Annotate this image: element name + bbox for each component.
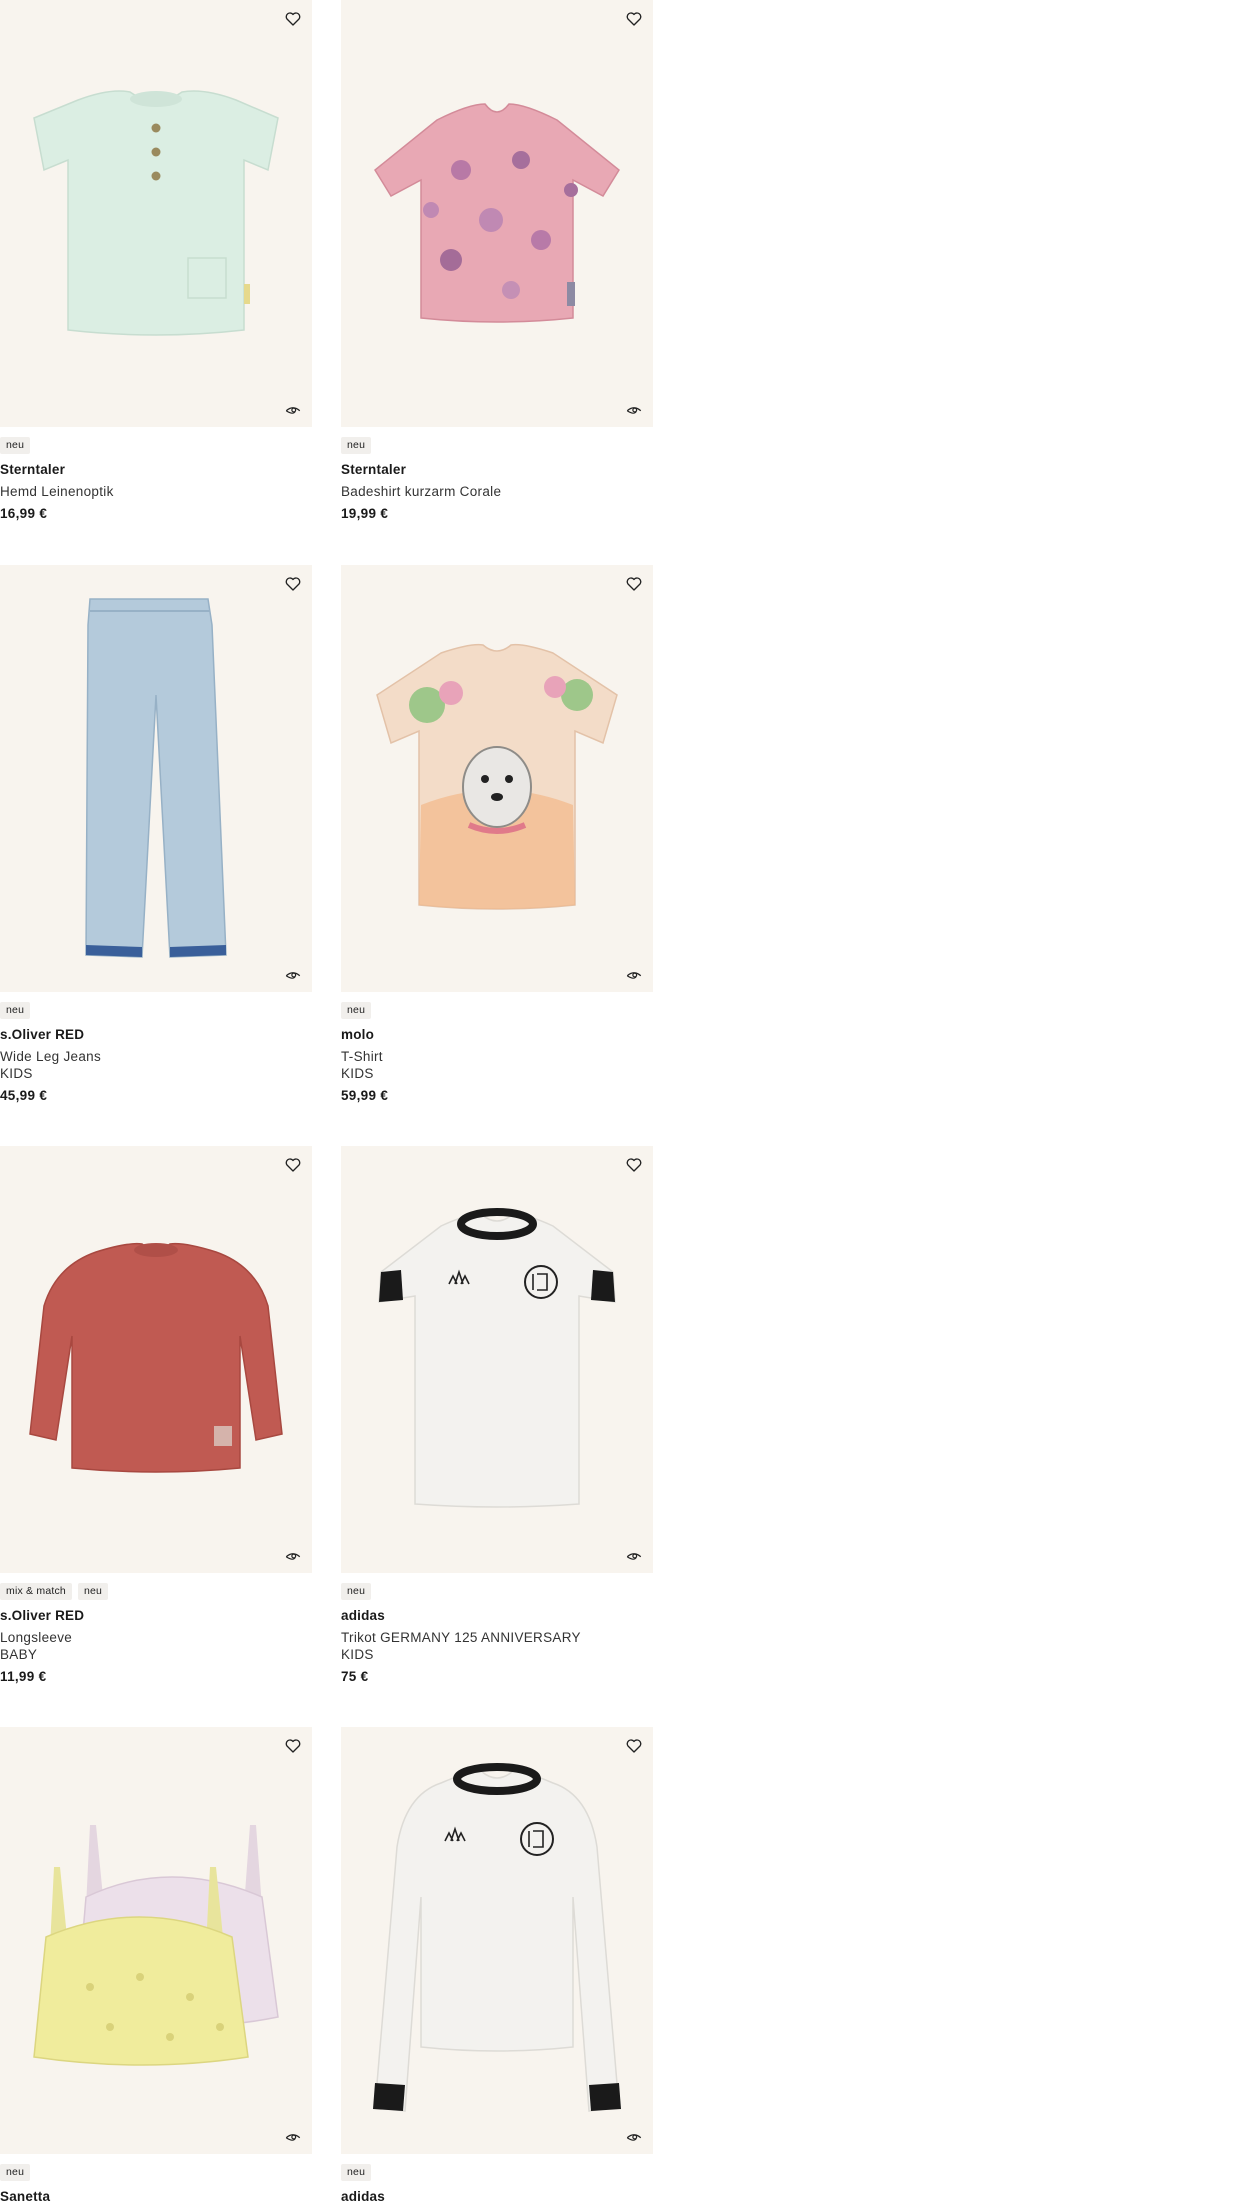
heart-icon[interactable] [625,1156,643,1174]
product-name[interactable]: Badeshirt kurzarm Corale [341,484,501,499]
new-badge: neu [0,2164,31,2181]
product-brand[interactable]: s.Oliver RED [0,1608,84,1623]
product-image[interactable] [341,0,653,427]
similar-items-icon[interactable] [625,2130,643,2144]
heart-icon[interactable] [284,1737,302,1755]
product-category: KIDS [341,1647,374,1662]
badge-list: neu [0,437,31,454]
product-brand[interactable]: Sterntaler [341,462,406,477]
product-price: 75 € [341,1669,369,1684]
new-badge: neu [341,2164,372,2181]
product-image[interactable] [0,0,312,427]
new-badge: neu [341,437,372,454]
product-price: 59,99 € [341,1088,389,1103]
product-price: 19,99 € [341,506,389,521]
product-card[interactable]: neu Sanetta [0,1727,312,2201]
product-name[interactable]: Trikot GERMANY 125 ANNIVERSARY [341,1630,581,1645]
product-image[interactable] [341,565,653,992]
heart-icon[interactable] [284,1156,302,1174]
product-price: 16,99 € [0,506,48,521]
product-card[interactable]: mix & match neu s.Oliver RED Longsleeve … [0,1146,312,1684]
new-badge: neu [77,1583,109,1600]
new-badge: neu [0,1002,31,1019]
similar-items-icon[interactable] [284,2130,302,2144]
similar-items-icon[interactable] [284,968,302,982]
product-brand[interactable]: Sanetta [0,2189,50,2201]
product-brand[interactable]: molo [341,1027,374,1042]
badge-list: neu [0,1002,31,1019]
product-card[interactable]: neu s.Oliver RED Wide Leg Jeans KIDS 45,… [0,565,312,1103]
similar-items-icon[interactable] [625,968,643,982]
product-brand[interactable]: adidas [341,2189,385,2201]
product-image[interactable] [341,1727,653,2154]
product-category: BABY [0,1647,38,1662]
product-image[interactable] [0,1146,312,1573]
product-name[interactable]: Hemd Leinenoptik [0,484,114,499]
similar-items-icon[interactable] [625,403,643,417]
badge-list: neu [341,2164,372,2181]
product-name[interactable]: Longsleeve [0,1630,72,1645]
badge-list: neu [0,2164,31,2181]
product-card[interactable]: neu Sterntaler Badeshirt kurzarm Corale … [341,0,653,521]
heart-icon[interactable] [625,1737,643,1755]
jersey-image [378,1208,616,1508]
new-badge: neu [341,1002,372,1019]
mix-match-badge: mix & match [0,1583,72,1600]
longsleeve-image [29,1242,283,1473]
bralette-set-image [33,1825,279,2066]
product-image[interactable] [341,1146,653,1573]
product-card[interactable]: neu adidas Trikot GERMANY 125 ANNIVERSAR… [341,1146,653,1684]
badge-list: neu [341,1002,372,1019]
product-card[interactable]: neu Sterntaler Hemd Leinenoptik 16,99 € [0,0,312,521]
product-image[interactable] [0,1727,312,2154]
product-price: 45,99 € [0,1088,48,1103]
similar-items-icon[interactable] [625,1549,643,1563]
new-badge: neu [0,437,31,454]
product-card[interactable]: neu molo T-Shirt KIDS 59,99 € [341,565,653,1103]
product-category: KIDS [0,1066,33,1081]
product-name[interactable]: T-Shirt [341,1049,383,1064]
product-category: KIDS [341,1066,374,1081]
shirt-image [33,90,279,336]
heart-icon[interactable] [284,575,302,593]
product-image[interactable] [0,565,312,992]
heart-icon[interactable] [625,10,643,28]
new-badge: neu [341,1583,372,1600]
product-brand[interactable]: Sterntaler [0,462,65,477]
product-brand[interactable]: adidas [341,1608,385,1623]
similar-items-icon[interactable] [284,1549,302,1563]
product-price: 11,99 € [0,1669,47,1684]
badge-list: mix & match neu [0,1583,109,1600]
product-card[interactable]: neu adidas [341,1727,653,2201]
shirt-image [374,103,620,323]
badge-list: neu [341,1583,372,1600]
longsleeve-jersey-image [373,1763,621,2112]
product-brand[interactable]: s.Oliver RED [0,1027,84,1042]
similar-items-icon[interactable] [284,403,302,417]
heart-icon[interactable] [284,10,302,28]
badge-list: neu [341,437,372,454]
tshirt-image [376,643,618,910]
product-name[interactable]: Wide Leg Jeans [0,1049,101,1064]
jeans-image [85,598,227,958]
heart-icon[interactable] [625,575,643,593]
